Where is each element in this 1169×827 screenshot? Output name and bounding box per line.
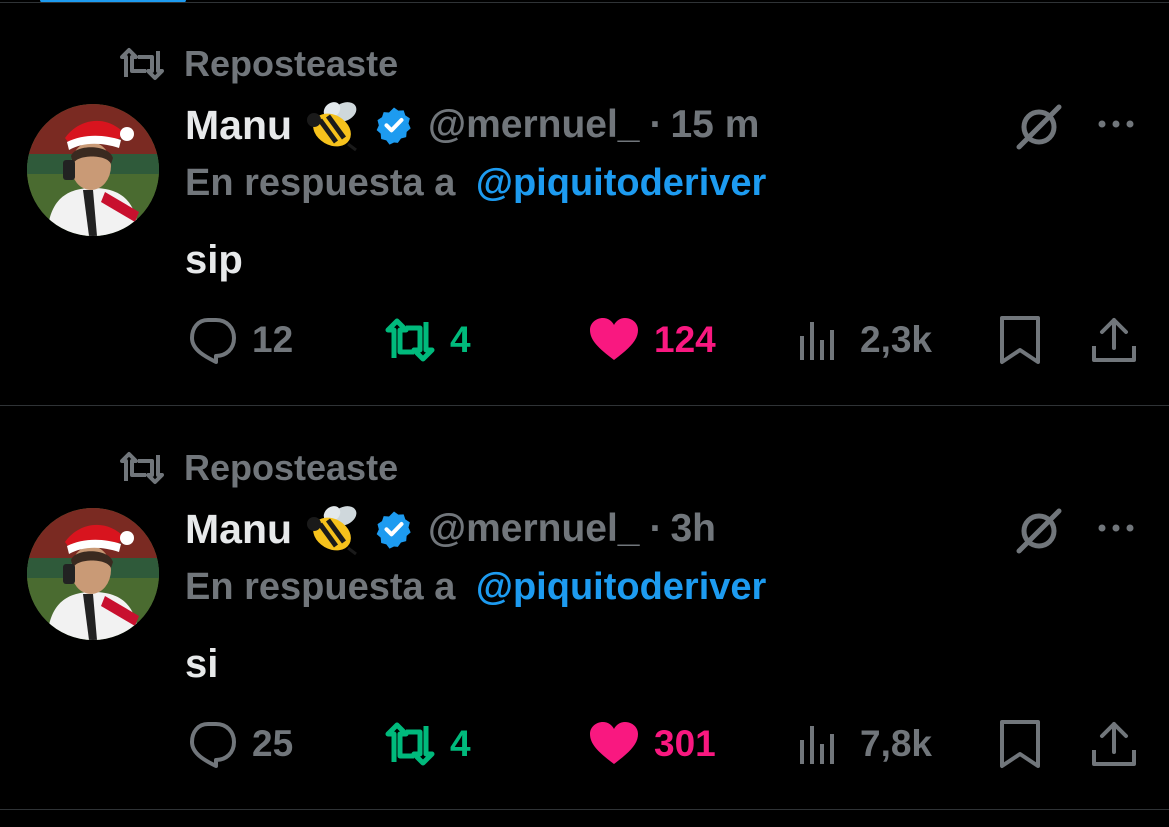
action-bar: 12 4 124 2,3k <box>0 310 1169 370</box>
reply-button[interactable]: 25 <box>186 714 293 774</box>
heart-icon <box>590 722 638 764</box>
views-button[interactable]: 2,3k <box>794 310 932 370</box>
reply-count: 12 <box>252 319 294 360</box>
like-count: 124 <box>654 319 716 360</box>
tweet[interactable]: Reposteaste Manu <box>0 0 1169 404</box>
repost-icon <box>385 318 435 362</box>
bee-emoji-icon <box>307 102 357 152</box>
like-button[interactable]: 124 <box>588 310 716 370</box>
views-count: 7,8k <box>860 723 933 764</box>
more-icon[interactable] <box>1092 112 1140 136</box>
user-handle[interactable]: @mernuel_ <box>428 103 639 147</box>
tweet-text: si <box>185 642 219 686</box>
grok-icon[interactable] <box>1014 102 1064 152</box>
verified-badge-icon <box>376 107 411 145</box>
bookmark-icon <box>1000 720 1040 768</box>
display-name[interactable]: Manu <box>185 506 292 553</box>
repost-icon <box>120 452 164 484</box>
repost-label: Reposteaste <box>184 43 399 84</box>
reply-count: 25 <box>252 723 294 764</box>
bee-emoji-icon <box>307 506 357 556</box>
views-button[interactable]: 7,8k <box>794 714 932 774</box>
separator-dot: · <box>649 103 663 146</box>
repost-button[interactable]: 4 <box>384 310 471 370</box>
repost-count: 4 <box>450 723 471 764</box>
bookmark-icon <box>1000 316 1040 364</box>
share-icon <box>1092 722 1136 766</box>
verified-badge-icon <box>376 511 411 549</box>
display-name[interactable]: Manu <box>185 102 292 149</box>
share-icon <box>1092 318 1136 362</box>
tweet-header: Manu @mernuel_ · 3h <box>185 502 716 556</box>
more-icon[interactable] <box>1092 516 1140 540</box>
views-icon <box>800 726 834 764</box>
timestamp[interactable]: 15 m <box>670 103 759 147</box>
user-handle[interactable]: @mernuel_ <box>428 507 639 551</box>
reply-prefix: En respuesta a <box>185 162 456 204</box>
tweet[interactable]: Reposteaste Manu <box>0 404 1169 808</box>
like-count: 301 <box>654 723 716 764</box>
views-count: 2,3k <box>860 319 933 360</box>
bookmark-button[interactable] <box>994 310 1046 370</box>
reply-mention-link[interactable]: @piquitoderiver <box>476 162 766 204</box>
reply-button[interactable]: 12 <box>186 310 293 370</box>
grok-icon[interactable] <box>1014 506 1064 556</box>
reply-prefix: En respuesta a <box>185 566 456 608</box>
tweet-text: sip <box>185 238 243 282</box>
repost-context: Reposteaste <box>120 447 399 488</box>
reply-context: En respuesta a @piquitoderiver <box>185 162 766 205</box>
avatar[interactable] <box>27 508 159 640</box>
repost-count: 4 <box>450 319 471 360</box>
reply-icon <box>190 722 236 768</box>
repost-label: Reposteaste <box>184 447 399 488</box>
avatar[interactable] <box>27 104 159 236</box>
reply-mention-link[interactable]: @piquitoderiver <box>476 566 766 608</box>
repost-icon <box>120 48 164 80</box>
bookmark-button[interactable] <box>994 714 1046 774</box>
repost-context: Reposteaste <box>120 43 399 84</box>
reply-context: En respuesta a @piquitoderiver <box>185 566 766 609</box>
heart-icon <box>590 318 638 360</box>
repost-icon <box>385 722 435 766</box>
action-bar: 25 4 301 7,8k <box>0 714 1169 774</box>
timestamp[interactable]: 3h <box>670 507 716 551</box>
repost-button[interactable]: 4 <box>384 714 471 774</box>
share-button[interactable] <box>1088 310 1140 370</box>
share-button[interactable] <box>1088 714 1140 774</box>
reply-icon <box>190 318 236 364</box>
separator-dot: · <box>649 507 663 550</box>
divider <box>0 809 1169 810</box>
views-icon <box>800 322 834 360</box>
tweet-header: Manu @mernuel_ · 15 m <box>185 98 759 152</box>
like-button[interactable]: 301 <box>588 714 716 774</box>
